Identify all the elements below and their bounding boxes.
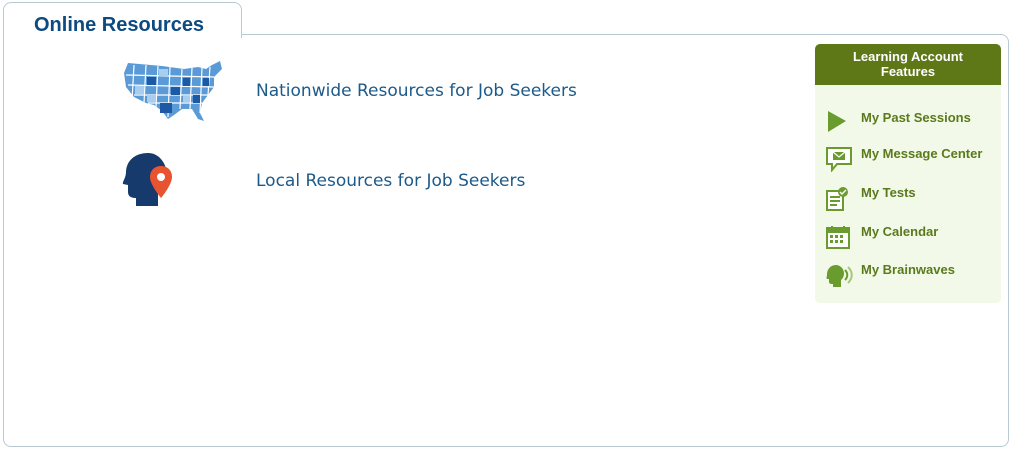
features-header-line1: Learning Account — [852, 49, 964, 64]
calendar-icon — [826, 226, 850, 249]
feature-label[interactable]: My Brainwaves — [861, 262, 991, 277]
tab-online-resources[interactable]: Online Resources — [3, 2, 242, 38]
play-arrow-icon — [828, 111, 846, 132]
features-header: Learning Account Features — [815, 44, 1001, 85]
tab-title: Online Resources — [34, 14, 205, 36]
feature-label[interactable]: My Tests — [861, 185, 991, 200]
us-map-icon — [124, 61, 222, 121]
feature-my-past-sessions[interactable]: My Past Sessions — [815, 110, 1001, 144]
nationwide-resources-label[interactable]: Nationwide Resources for Job Seekers — [256, 81, 577, 101]
local-resources-label[interactable]: Local Resources for Job Seekers — [256, 171, 525, 191]
brainwaves-icon — [826, 265, 853, 287]
test-document-icon — [826, 187, 848, 211]
head-location-icon — [122, 153, 172, 206]
feature-my-message-center[interactable]: My Message Center — [815, 146, 1001, 180]
feature-my-calendar[interactable]: My Calendar — [815, 224, 1001, 258]
local-resources-link[interactable]: Local Resources for Job Seekers — [120, 150, 680, 220]
feature-label[interactable]: My Calendar — [861, 224, 991, 239]
features-header-line2: Features — [880, 64, 936, 79]
feature-my-brainwaves[interactable]: My Brainwaves — [815, 262, 1001, 296]
message-icon — [826, 147, 852, 172]
learning-account-features-panel: Learning Account Features My Past Sessio… — [815, 44, 1001, 303]
feature-label[interactable]: My Message Center — [861, 146, 991, 161]
nationwide-resources-link[interactable]: Nationwide Resources for Job Seekers — [120, 57, 680, 127]
feature-label[interactable]: My Past Sessions — [861, 110, 991, 125]
feature-my-tests[interactable]: My Tests — [815, 185, 1001, 219]
